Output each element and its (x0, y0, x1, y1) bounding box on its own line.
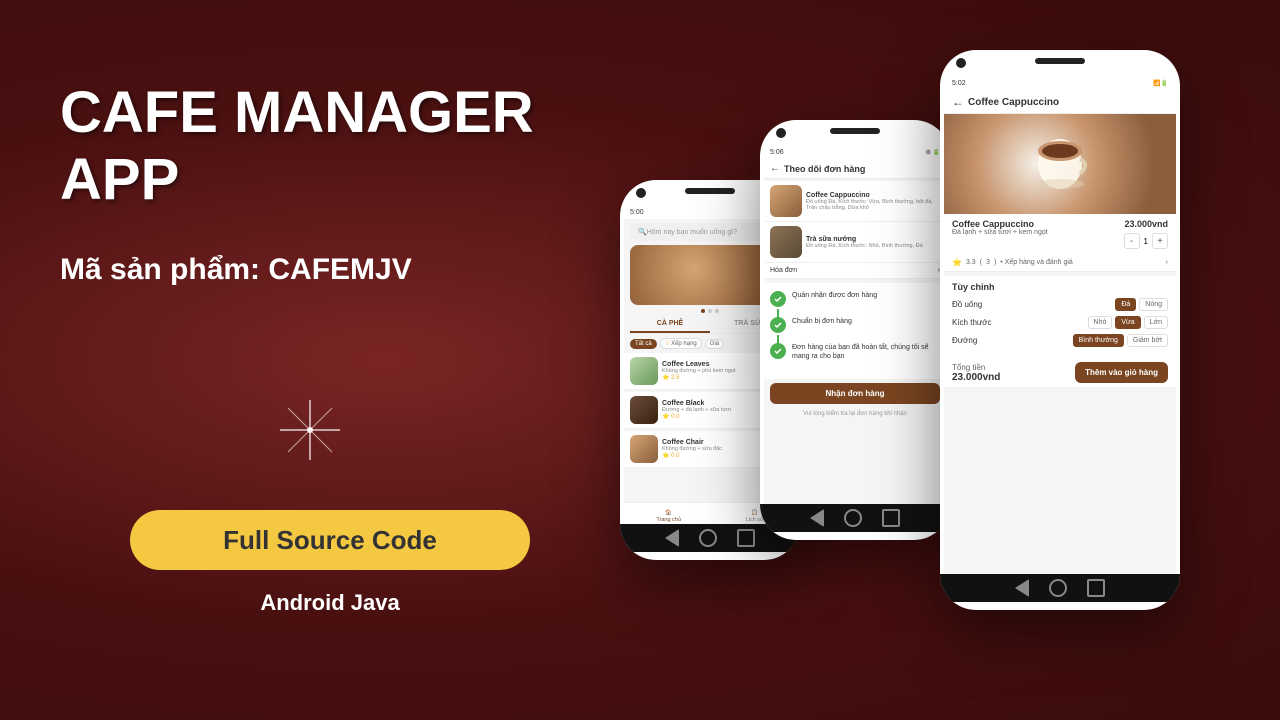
option-drink-type: Đồ uống Đá Nóng (952, 298, 1168, 311)
qty-plus[interactable]: + (1152, 233, 1168, 249)
nav-back-3[interactable] (1015, 579, 1029, 597)
phone-camera-2 (776, 128, 786, 138)
nav-recent-2[interactable] (882, 509, 900, 527)
phones-container: 5:00 ⚙ 🔋 🔍 Hôm nay bạn muốn uống gì? CÀ … (560, 20, 1280, 720)
nav-recent-3[interactable] (1087, 579, 1105, 597)
nav-back-2[interactable] (810, 509, 824, 527)
nav-home-1[interactable] (699, 529, 717, 547)
opt-giam-bot[interactable]: Giảm bớt (1127, 334, 1168, 347)
p3-quantity: - 1 + (1124, 233, 1168, 249)
p2-title: Theo dõi đơn hàng (784, 164, 865, 174)
phone-notch-3 (1035, 58, 1085, 64)
p2-step-2: Chuẩn bị đơn hàng (770, 317, 940, 333)
opt-binh-thuong[interactable]: Bình thường (1073, 334, 1124, 347)
platform-label: Android Java (130, 590, 530, 616)
p3-status: 5:02 📶🔋 (944, 75, 1176, 91)
p2-header: ← Theo dõi đơn hàng (764, 159, 946, 179)
p3-back-btn[interactable]: ← (952, 95, 964, 109)
p3-rating[interactable]: ⭐ 3.3 (3) • Xếp hàng và đánh giá › (944, 254, 1176, 272)
p3-home-bar (940, 574, 1180, 602)
p2-invoice[interactable]: Hóa đơn › (764, 263, 946, 279)
filter-all[interactable]: Tất cả (630, 339, 657, 349)
app-title: CAFE MANAGER APP (60, 80, 580, 213)
add-to-cart-btn[interactable]: Thêm vào giỏ hàng (1075, 362, 1168, 383)
phone-notch-1 (685, 188, 735, 194)
opt-nong[interactable]: Nóng (1139, 298, 1168, 311)
opt-lon[interactable]: Lớn (1144, 316, 1168, 329)
p3-total-section: Tổng tiền 23.000vnd Thêm vào giỏ hàng (944, 358, 1176, 387)
phone-camera-3 (956, 58, 966, 68)
p3-product-image (944, 114, 1176, 214)
star-decoration (280, 400, 340, 460)
option-size: Kích thước Nhỏ Vừa Lớn (952, 316, 1168, 329)
phone-notch-2 (830, 128, 880, 134)
p2-step-3: Đơn hàng của bạn đã hoàn tất, chúng tôi … (770, 343, 940, 361)
p2-order-2[interactable]: Trà sữa nướng Đồ uống Đá, Kích thước: Nh… (764, 222, 946, 263)
nav-home-3[interactable] (1049, 579, 1067, 597)
cta-button[interactable]: Full Source Code (130, 510, 530, 570)
phone-detail: 5:02 📶🔋 ← Coffee Cappuccino (940, 50, 1180, 610)
nav-recent-1[interactable] (737, 529, 755, 547)
p2-tracking: Quán nhận được đơn hàng Chuẩn bị đơn hàn… (764, 283, 946, 379)
p2-status: 5:06 ⚙ 🔋 (764, 145, 946, 159)
qty-minus[interactable]: - (1124, 233, 1140, 249)
p2-step-1: Quán nhận được đơn hàng (770, 291, 940, 307)
phone-2-screen: 5:06 ⚙ 🔋 ← Theo dõi đơn hàng Coffee Capp… (764, 145, 946, 510)
product-code: Mã sản phẩm: CAFEMJV (60, 253, 580, 287)
p2-confirm-btn[interactable]: Nhận đơn hàng (770, 383, 940, 404)
left-panel: CAFE MANAGER APP Mã sản phẩm: CAFEMJV (60, 80, 580, 337)
coffee-cup-icon (1030, 129, 1090, 199)
opt-nho[interactable]: Nhỏ (1088, 316, 1113, 329)
nav-back-1[interactable] (665, 529, 679, 547)
opt-da[interactable]: Đá (1115, 298, 1136, 311)
option-sugar: Đường Bình thường Giảm bớt (952, 334, 1168, 347)
phone-3-screen: 5:02 📶🔋 ← Coffee Cappuccino (944, 75, 1176, 580)
filter-rank[interactable]: ☆ Xếp hạng (660, 338, 702, 349)
cta-label: Full Source Code (223, 525, 437, 556)
filter-price[interactable]: Giá (705, 339, 724, 349)
p3-customize-section: Tùy chỉnh Đồ uống Đá Nóng Kích thước Nhỏ… (944, 276, 1176, 358)
phone-camera-1 (636, 188, 646, 198)
p1-tab-ca-phe[interactable]: CÀ PHÊ (630, 316, 710, 333)
opt-vua[interactable]: Vừa (1115, 316, 1140, 329)
p2-order-1[interactable]: Coffee Cappuccino Đồ uống Đá, Kích thước… (764, 181, 946, 222)
p2-home-bar (760, 504, 950, 532)
p2-note: Vui lòng kiểm tra lại đơn hàng khi nhận (764, 408, 946, 420)
nav-home[interactable]: 🏠 Trang chủ (656, 510, 681, 523)
nav-home-2[interactable] (844, 509, 862, 527)
p3-header: ← Coffee Cappuccino (944, 91, 1176, 114)
p2-back-btn[interactable]: ← (770, 163, 780, 174)
p3-title: Coffee Cappuccino (968, 97, 1059, 108)
phone-order: 5:06 ⚙ 🔋 ← Theo dõi đơn hàng Coffee Capp… (760, 120, 950, 540)
